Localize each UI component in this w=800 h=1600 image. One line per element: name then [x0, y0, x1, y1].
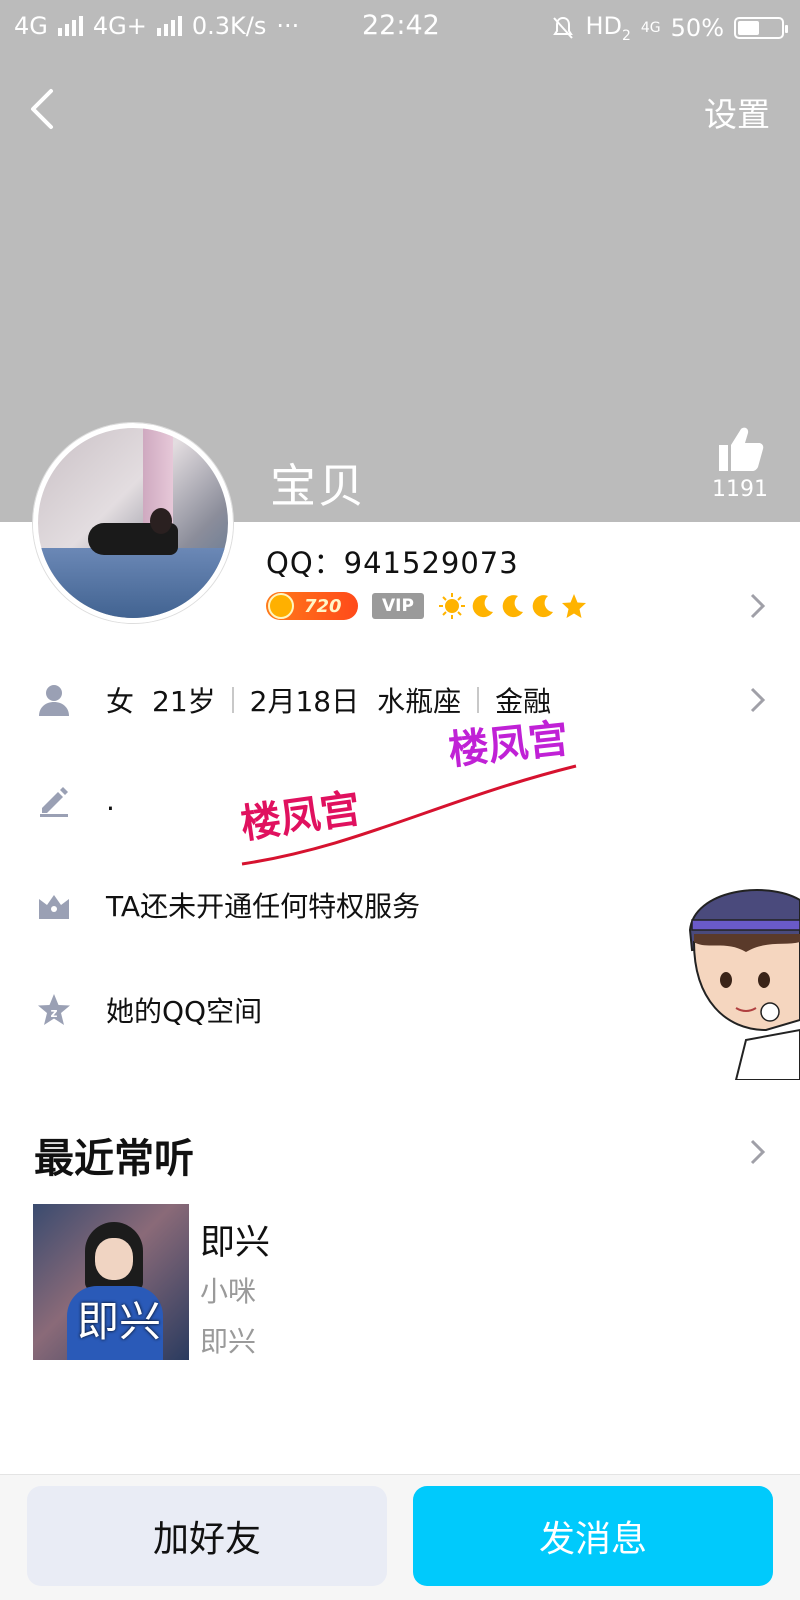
settings-button[interactable]: 设置 — [704, 88, 770, 136]
like-count: 1191 — [712, 477, 768, 502]
avatar-bed — [38, 548, 228, 618]
avatar[interactable] — [33, 423, 233, 623]
gender: 女 — [106, 685, 135, 718]
badge-row[interactable]: 720 VIP — [266, 592, 588, 620]
chevron-left-icon — [31, 89, 53, 129]
battery-icon — [734, 16, 788, 39]
qzone-row[interactable]: z 她的QQ空间 — [0, 980, 800, 1040]
signature-text: . — [106, 783, 115, 817]
recent-listening-title: 最近常听 — [34, 1136, 194, 1182]
hd-label: HD2 — [585, 12, 631, 44]
divider — [231, 687, 234, 713]
album-cover[interactable]: 即兴 — [33, 1204, 189, 1360]
crown-icon — [39, 895, 69, 919]
profile-info-row[interactable]: 女 21岁 2月18日 水瓶座 金融 — [0, 670, 800, 730]
level-icons — [438, 592, 588, 620]
network-label-3: 4G — [640, 19, 661, 36]
coin-value: 720 — [304, 595, 342, 617]
song-album: 即兴 — [200, 1325, 257, 1358]
qq-number: QQ：941529073 — [266, 546, 519, 580]
divider — [477, 687, 480, 713]
network-label-2: 4G+ — [92, 12, 147, 40]
chevron-right-icon[interactable] — [748, 1137, 768, 1167]
pencil-icon — [40, 787, 68, 817]
coin-badge: 720 — [266, 592, 358, 620]
network-label-1: 4G — [14, 12, 48, 40]
coin-icon — [268, 593, 294, 619]
signal-icon-2 — [156, 16, 182, 36]
zodiac: 水瓶座 — [377, 685, 462, 718]
qzone-text: 她的QQ空间 — [106, 995, 263, 1028]
moon-icon — [532, 595, 553, 618]
clock: 22:42 — [362, 10, 440, 41]
status-right: HD2 4G 50% — [551, 12, 788, 44]
svg-text:z: z — [51, 1006, 58, 1020]
status-bar: 4G 4G+ 0.3K/s ··· 22:42 HD2 4G 50% — [0, 0, 800, 56]
privilege-row[interactable]: TA还未开通任何特权服务 — [0, 875, 800, 935]
bell-muted-icon — [553, 16, 574, 39]
add-friend-button[interactable]: 加好友 — [27, 1486, 387, 1586]
send-message-button[interactable]: 发消息 — [413, 1486, 773, 1586]
privilege-text: TA还未开通任何特权服务 — [106, 890, 421, 923]
avatar-head — [150, 508, 172, 534]
album-cover-title: 即兴 — [77, 1297, 162, 1346]
age: 21岁 — [152, 685, 216, 718]
birthday: 2月18日 — [249, 685, 360, 718]
battery-percent: 50% — [670, 13, 724, 42]
vip-badge: VIP — [372, 593, 424, 619]
chevron-right-icon — [750, 687, 766, 713]
cartoon-boy-sticker — [688, 889, 800, 1080]
signal-icon — [57, 16, 83, 36]
song-artist: 小咪 — [200, 1275, 257, 1308]
like-button[interactable]: 1191 — [710, 425, 770, 502]
chevron-right-icon[interactable] — [748, 591, 768, 621]
moon-icon — [472, 595, 493, 618]
nickname: 宝贝 — [270, 459, 366, 513]
back-button[interactable] — [22, 84, 62, 134]
moon-icon — [502, 595, 523, 618]
person-icon — [39, 685, 69, 716]
star-icon — [562, 594, 586, 618]
network-speed: 0.3K/s — [191, 12, 267, 40]
more-dots: ··· — [276, 12, 300, 40]
status-left: 4G 4G+ 0.3K/s ··· — [14, 12, 299, 40]
qzone-star-icon: z — [38, 994, 70, 1025]
sun-icon — [439, 593, 465, 619]
song-title[interactable]: 即兴 — [200, 1214, 270, 1265]
album-face — [95, 1238, 133, 1280]
thumbs-up-icon — [719, 427, 764, 471]
